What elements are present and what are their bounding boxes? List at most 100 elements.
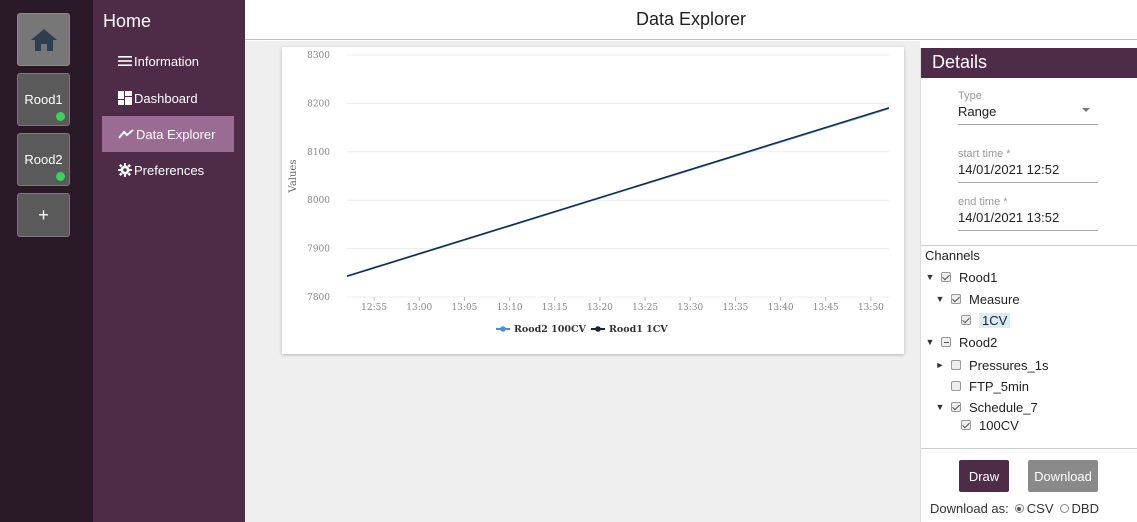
tree-item-label: 100CV <box>979 417 1019 433</box>
tree-item-schedule-7[interactable]: ▼ Schedule_7 <box>935 398 1038 416</box>
tree-item-rood1[interactable]: ▼ Rood1 <box>925 268 998 286</box>
channel-checkbox[interactable] <box>951 294 961 304</box>
expanded-caret-icon[interactable]: ▼ <box>935 402 945 412</box>
nav-item-label: Preferences <box>134 162 205 178</box>
x-tick-label: 13:50 <box>858 303 884 313</box>
x-tick-label: 13:10 <box>497 303 523 313</box>
tree-item-rood2[interactable]: ▼ Rood2 <box>925 333 998 351</box>
y-tick-label: 8300 <box>307 51 330 61</box>
legend-marker <box>595 326 601 332</box>
list-icon <box>118 56 132 66</box>
divider <box>921 245 1137 246</box>
tree-item-label: Schedule_7 <box>969 399 1038 415</box>
home-icon <box>30 28 57 51</box>
type-label: Type <box>958 90 982 102</box>
csv-label: CSV <box>1026 501 1054 516</box>
x-tick-label: 13:20 <box>587 303 613 313</box>
y-tick-label: 7900 <box>307 245 330 255</box>
chart-area: 8300 8200 8100 8000 7900 7800 12:55 13:00 13:05 1… <box>245 41 920 522</box>
x-tick-label: 12:55 <box>361 303 387 313</box>
tree-item-1cv[interactable]: 1CV <box>961 311 1011 329</box>
nav-item-label: Dashboard <box>134 90 198 106</box>
device-rood2-button[interactable]: Rood2 <box>17 133 70 186</box>
legend-label: Rood1 1CV <box>609 324 668 335</box>
channel-checkbox[interactable] <box>951 381 961 391</box>
gear-icon <box>118 163 132 177</box>
device-label: Rood2 <box>24 152 63 167</box>
download-format: Download as: CSV DBD <box>930 501 1099 516</box>
device-rood1-button[interactable]: Rood1 <box>17 73 70 126</box>
page-header: Data Explorer <box>245 0 1137 40</box>
legend-label: Rood2 100CV <box>514 324 587 335</box>
download-button[interactable]: Download <box>1028 460 1098 492</box>
nav-item-information[interactable]: Information <box>102 43 234 79</box>
expanded-caret-icon[interactable]: ▼ <box>925 337 935 347</box>
page-title: Data Explorer <box>635 9 747 29</box>
tree-item-label: 1CV <box>979 312 1011 328</box>
expanded-caret-icon[interactable]: ▼ <box>925 272 935 282</box>
nav-item-label: Data Explorer <box>136 126 216 142</box>
start-time-value: 14/01/2021 12:52 <box>958 162 1060 177</box>
end-time-value: 14/01/2021 13:52 <box>958 210 1060 225</box>
app-window: Rood1 Rood2 + Home Information Dashboard <box>0 0 1137 522</box>
details-panel: Details Type Range start time * 14/01/20… <box>920 48 1137 522</box>
home-button[interactable] <box>17 13 70 66</box>
tree-item-label: Rood1 <box>959 269 998 285</box>
details-title: Details <box>921 48 1137 78</box>
device-rail: Rood1 Rood2 + <box>0 0 93 522</box>
dashboard-icon <box>118 91 132 105</box>
x-tick-label: 13:00 <box>406 303 432 313</box>
channel-checkbox[interactable] <box>941 337 951 347</box>
channel-checkbox[interactable] <box>961 315 971 325</box>
x-tick-label: 13:35 <box>722 303 748 313</box>
expanded-caret-icon[interactable]: ▼ <box>935 294 945 304</box>
type-select[interactable]: Type Range <box>958 90 1098 125</box>
series-line <box>346 107 890 277</box>
nav-item-label: Information <box>134 53 200 69</box>
nav-item-data-explorer[interactable]: Data Explorer <box>102 116 234 152</box>
nav-title: Home <box>103 11 152 31</box>
dbd-label: DBD <box>1071 501 1099 516</box>
caret-down-icon <box>1082 108 1090 112</box>
channel-checkbox[interactable] <box>961 420 971 430</box>
status-online-icon <box>56 112 65 121</box>
csv-radio[interactable] <box>1014 504 1024 513</box>
start-time-field[interactable]: start time * 14/01/2021 12:52 <box>958 148 1098 183</box>
y-axis-label: Values <box>288 160 299 194</box>
end-time-label: end time * <box>958 196 1008 208</box>
download-as-label: Download as: <box>930 501 1009 516</box>
tree-item-pressures-1s[interactable]: ► Pressures_1s <box>935 356 1049 374</box>
x-tick-label: 13:30 <box>677 303 703 313</box>
dbd-radio[interactable] <box>1059 504 1069 513</box>
channel-checkbox[interactable] <box>941 272 951 282</box>
tree-item-measure[interactable]: ▼ Measure <box>935 290 1020 308</box>
tree-item-label: Measure <box>969 291 1020 307</box>
tree-item-label: FTP_5min <box>969 378 1029 394</box>
nav-panel: Home Information Dashboard Data Explorer <box>93 0 245 522</box>
end-time-field[interactable]: end time * 14/01/2021 13:52 <box>958 196 1098 231</box>
tree-item-ftp-5min[interactable]: FTP_5min <box>951 377 1029 395</box>
nav-item-preferences[interactable]: Preferences <box>102 152 234 188</box>
y-tick-label: 8100 <box>307 148 330 158</box>
type-value: Range <box>958 104 997 119</box>
plus-icon: + <box>38 204 49 225</box>
tree-item-label: Pressures_1s <box>969 357 1049 373</box>
device-label: Rood1 <box>24 92 63 107</box>
line-chart[interactable]: 8300 8200 8100 8000 7900 7800 12:55 13:00 13:05 1… <box>282 47 904 354</box>
x-tick-label: 13:25 <box>632 303 658 313</box>
trend-icon <box>118 129 134 139</box>
chart-card: 8300 8200 8100 8000 7900 7800 12:55 13:00 13:05 1… <box>282 47 904 354</box>
tree-item-100cv[interactable]: 100CV <box>961 416 1019 434</box>
status-online-icon <box>56 172 65 181</box>
y-tick-label: 7800 <box>307 293 330 303</box>
channel-checkbox[interactable] <box>951 360 961 370</box>
legend-marker <box>500 326 506 332</box>
x-tick-label: 13:40 <box>768 303 794 313</box>
x-tick-label: 13:45 <box>813 303 839 313</box>
draw-button[interactable]: Draw <box>959 460 1009 492</box>
channel-checkbox[interactable] <box>951 402 961 412</box>
y-tick-label: 8200 <box>307 99 330 109</box>
collapsed-caret-icon[interactable]: ► <box>935 360 945 370</box>
nav-item-dashboard[interactable]: Dashboard <box>102 80 234 116</box>
add-device-button[interactable]: + <box>17 193 70 237</box>
